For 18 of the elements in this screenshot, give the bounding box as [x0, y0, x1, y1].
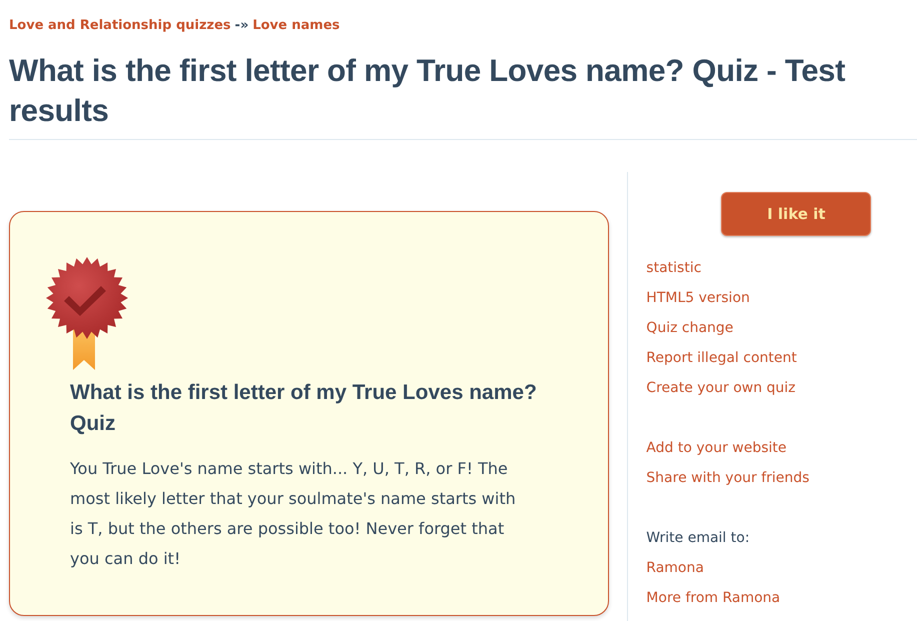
- page-title: What is the first letter of my True Loves name? Quiz - Test results: [9, 52, 846, 130]
- award-ribbon-icon: [45, 256, 129, 370]
- sidebar-link[interactable]: Ramona: [646, 553, 704, 583]
- email-label: Write email to:: [646, 529, 750, 548]
- result-text: You True Love's name starts with... Y, U, T, R, or F! The most likely letter that your soulmate's name starts with is T, but the others are possible too! Never forget that you can do it!: [70, 458, 517, 570]
- sidebar-link[interactable]: HTML5 version: [646, 283, 750, 313]
- like-button[interactable]: I like it: [721, 192, 872, 236]
- result-heading: What is the first letter of my True Loves name? Quiz: [70, 380, 538, 437]
- sidebar-link[interactable]: Add to your website: [646, 433, 787, 463]
- breadcrumb-link[interactable]: Love names: [252, 16, 340, 36]
- sidebar-link[interactable]: More from Ramona: [646, 583, 780, 613]
- sidebar-link[interactable]: Report illegal content: [646, 343, 797, 373]
- sidebar-link[interactable]: Quiz change: [646, 313, 734, 343]
- sidebar-link[interactable]: Share with your friends: [646, 463, 810, 493]
- sidebar-link[interactable]: Create your own quiz: [646, 373, 796, 403]
- breadcrumb-link[interactable]: Love and Relationship quizzes: [9, 16, 231, 36]
- breadcrumb-separator: -»: [234, 17, 249, 35]
- sidebar-link[interactable]: statistic: [646, 253, 702, 283]
